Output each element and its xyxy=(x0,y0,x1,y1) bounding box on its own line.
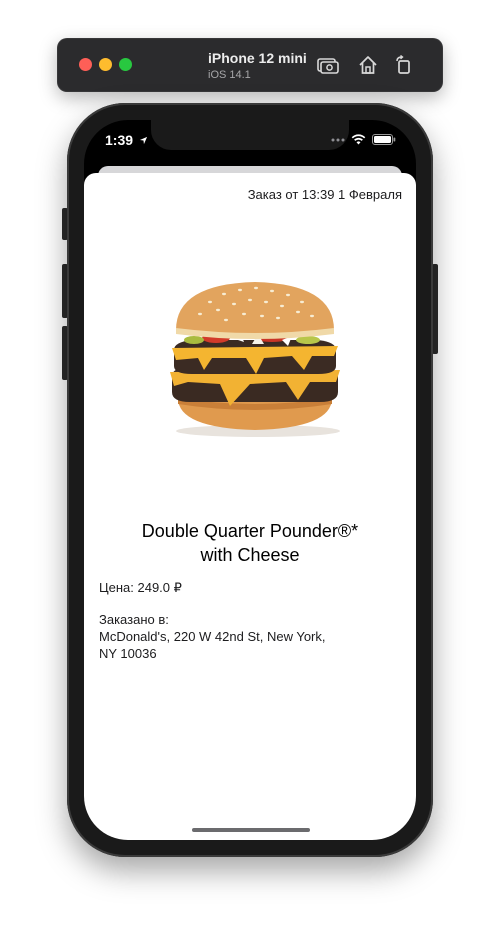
device-name: iPhone 12 mini xyxy=(208,50,307,66)
ordered-at-address: McDonald's, 220 W 42nd St, New York, NY … xyxy=(99,628,369,662)
home-indicator[interactable] xyxy=(192,828,310,832)
rotate-icon xyxy=(396,55,410,74)
minimize-window-button[interactable] xyxy=(99,58,112,71)
phone-screen: 1:39 Заказ от 13:39 1 Февраля Double Qua… xyxy=(84,120,416,840)
home-button[interactable] xyxy=(356,53,380,77)
notch xyxy=(151,120,349,150)
battery-icon xyxy=(372,134,396,145)
ordered-at-label: Заказано в: xyxy=(99,612,169,627)
simulator-title-bar[interactable]: iPhone 12 mini iOS 14.1 xyxy=(57,38,443,92)
os-version: iOS 14.1 xyxy=(208,69,251,81)
location-arrow-icon xyxy=(139,136,148,145)
product-title-line2: with Cheese xyxy=(200,545,300,565)
status-time-text: 1:39 xyxy=(105,132,134,148)
status-indicators xyxy=(331,134,396,145)
product-title: Double Quarter Pounder®* with Cheese xyxy=(84,519,416,567)
signal-dots-icon xyxy=(331,138,345,141)
rotate-button[interactable] xyxy=(392,53,416,77)
address-line1: McDonald's, 220 W 42nd St, New York, xyxy=(99,629,326,644)
screenshot-icon xyxy=(317,58,339,74)
address-line2: NY 10036 xyxy=(99,646,157,661)
burger-image xyxy=(170,282,340,437)
price-text: Цена: 249.0 ₽ xyxy=(99,580,182,595)
close-window-button[interactable] xyxy=(79,58,92,71)
screenshot-button[interactable] xyxy=(316,53,340,77)
wifi-icon xyxy=(351,134,366,145)
iphone-frame: 1:39 Заказ от 13:39 1 Февраля Double Qua… xyxy=(67,103,433,857)
order-date: Заказ от 13:39 1 Февраля xyxy=(247,187,402,202)
product-title-line1: Double Quarter Pounder®* xyxy=(141,521,359,541)
status-time: 1:39 xyxy=(105,132,148,148)
zoom-window-button[interactable] xyxy=(119,58,132,71)
home-icon xyxy=(359,56,377,74)
simulator-stage: iPhone 12 mini iOS 14.1 1:39 Заказ от 13… xyxy=(0,0,500,934)
order-detail-sheet[interactable]: Заказ от 13:39 1 Февраля Double Quarter … xyxy=(84,173,416,840)
